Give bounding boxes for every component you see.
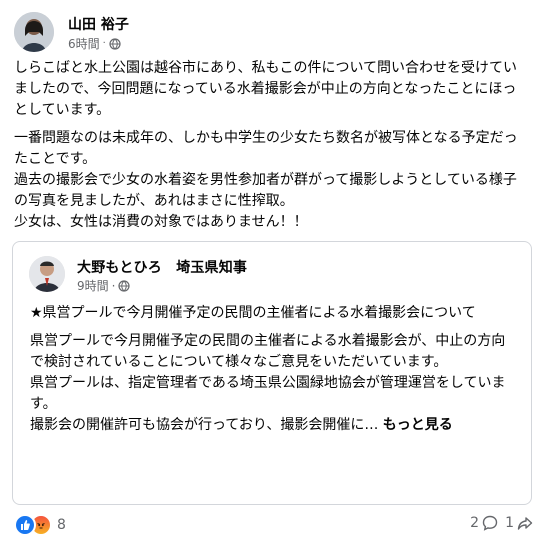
meta-separator: · bbox=[102, 38, 106, 49]
shared-paragraph: ★県営プールで今月開催予定の民間の主催者による水着撮影会について bbox=[30, 305, 476, 321]
reaction-count: 8 bbox=[57, 517, 66, 533]
post-paragraph: しらこばと水上公園は越谷市にあり、私もこの件について問い合わせを受けていましたの… bbox=[14, 60, 518, 118]
shared-post-body: ★県営プールで今月開催予定の民間の主催者による水着撮影会について 県営プールで今… bbox=[30, 303, 516, 436]
angry-face-glyph bbox=[37, 523, 45, 529]
author-avatar[interactable] bbox=[14, 12, 54, 52]
shared-paragraph-last: 撮影会の開催許可も協会が行っており、撮影会開催に… もっと見る bbox=[30, 415, 516, 436]
post-paragraph: 過去の撮影会で少女の水着姿を男性参加者が群がって撮影しようとしている様子の写真を… bbox=[14, 172, 517, 209]
share-icon bbox=[517, 517, 533, 530]
post-header: 山田 裕子 6時間 · bbox=[14, 10, 534, 54]
share-count-link[interactable]: 1 bbox=[505, 514, 534, 532]
shared-paragraph-text: 撮影会の開催許可も協会が行っており、撮影会開催に… bbox=[30, 417, 379, 433]
comment-icon bbox=[482, 515, 498, 531]
author-name[interactable]: 山田 裕子 bbox=[68, 14, 129, 34]
engagement-stats: 2 1 bbox=[470, 514, 534, 532]
post-meta: 6時間 · bbox=[68, 35, 121, 52]
like-icon bbox=[14, 514, 36, 536]
see-more-link[interactable]: もっと見る bbox=[383, 417, 453, 433]
shared-author-name[interactable]: 大野もとひろ 埼玉県知事 bbox=[77, 257, 247, 277]
globe-icon bbox=[109, 37, 121, 50]
share-count: 1 bbox=[505, 515, 514, 531]
avatar-photo bbox=[14, 12, 54, 52]
post-footer: 8 2 1 bbox=[14, 514, 534, 538]
post-paragraph: 少女は、女性は消費の対象ではありません！！ bbox=[14, 214, 308, 230]
shared-post-card[interactable]: 大野もとひろ 埼玉県知事 9時間 · ★県営プールで今月開催予定の民間の主催者に… bbox=[12, 241, 532, 505]
post-body: しらこばと水上公園は越谷市にあり、私もこの件について問い合わせを受けていましたの… bbox=[14, 58, 530, 233]
comment-count: 2 bbox=[470, 515, 480, 531]
post-time[interactable]: 6時間 bbox=[68, 35, 100, 52]
like-glyph bbox=[21, 520, 30, 530]
comment-count-link[interactable]: 2 bbox=[470, 514, 499, 532]
post-paragraph: 一番問題なのは未成年の、しかも中学生の少女たち数名が被写体となる予定だったことで… bbox=[14, 130, 518, 167]
globe-icon bbox=[118, 279, 131, 292]
meta-separator: · bbox=[111, 278, 116, 293]
shared-paragraph: 県営プールで今月開催予定の民間の主催者による水着撮影会が、中止の方向で検討されて… bbox=[30, 333, 506, 370]
shared-post-time[interactable]: 9時間 bbox=[77, 277, 109, 294]
shared-post-meta: 9時間 · bbox=[77, 277, 131, 294]
reactions-summary[interactable]: 8 bbox=[14, 514, 66, 536]
shared-paragraph: 県営プールは、指定管理者である埼玉県公園緑地協会が管理運営をしています。 bbox=[30, 375, 506, 412]
facebook-post: 山田 裕子 6時間 · しらこばと水上公園は越谷市にあり、私もこの件について問い… bbox=[0, 0, 544, 544]
shared-avatar-photo bbox=[29, 256, 65, 292]
shared-post-header: 大野もとひろ 埼玉県知事 9時間 · bbox=[29, 254, 509, 294]
shared-author-avatar[interactable] bbox=[29, 256, 65, 292]
